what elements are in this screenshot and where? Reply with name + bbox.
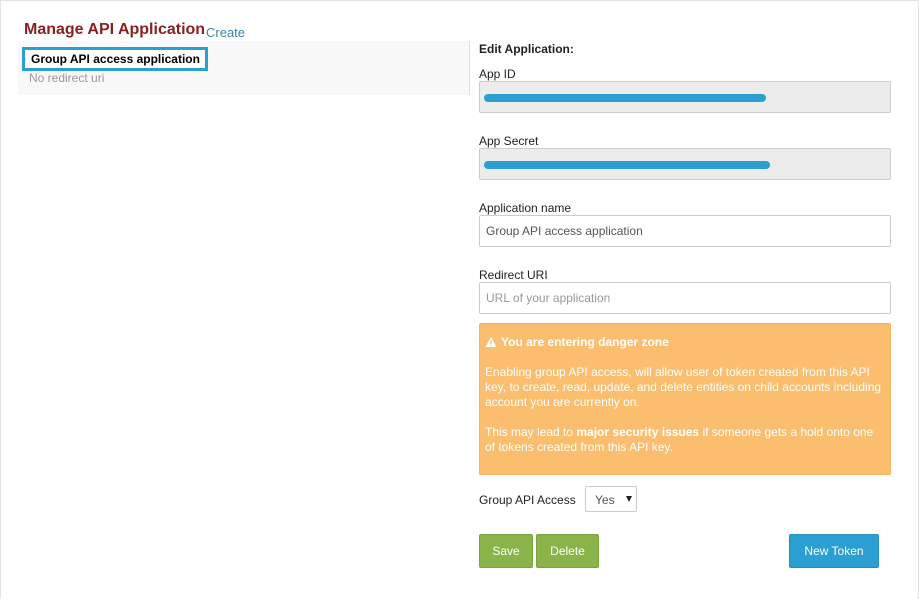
- new-token-button[interactable]: New Token: [789, 534, 879, 568]
- warning-triangle-icon: [485, 336, 497, 347]
- redirect-uri-input[interactable]: [486, 284, 882, 312]
- warning-title-text: You are entering danger zone: [501, 335, 669, 349]
- warning-text-2: This may lead to major security issues i…: [485, 425, 882, 455]
- group-api-access-value: Yes: [595, 493, 615, 507]
- app-name-field: [479, 215, 891, 247]
- app-secret-redaction: [484, 161, 770, 169]
- warning-text-1: Enabling group API access, will allow us…: [485, 365, 882, 409]
- redirect-uri-label: Redirect URI: [479, 268, 548, 282]
- app-secret-label: App Secret: [479, 134, 539, 148]
- create-link[interactable]: Create: [206, 25, 245, 40]
- warning-text-2-bold: major security issues: [576, 425, 700, 439]
- application-list-item-redirect: No redirect uri: [29, 71, 105, 85]
- danger-zone-warning: You are entering danger zone Enabling gr…: [479, 323, 891, 475]
- warning-text-2-prefix: This may lead to: [485, 425, 577, 439]
- app-id-label: App ID: [479, 67, 516, 81]
- delete-button[interactable]: Delete: [536, 534, 599, 568]
- group-api-access-label: Group API Access: [479, 493, 576, 507]
- application-list-item-name[interactable]: Group API access application: [22, 47, 208, 71]
- app-name-label: Application name: [479, 201, 572, 215]
- app-name-input[interactable]: [486, 217, 882, 245]
- warning-title: You are entering danger zone: [485, 335, 669, 349]
- group-api-access-select[interactable]: Yes: [585, 486, 637, 512]
- app-id-field[interactable]: [479, 81, 891, 113]
- app-id-redaction: [484, 94, 766, 102]
- save-button[interactable]: Save: [479, 534, 533, 568]
- application-list: Group API access application No redirect…: [18, 41, 470, 95]
- edit-heading: Edit Application:: [479, 42, 574, 56]
- page-title: Manage API Application: [24, 21, 206, 38]
- redirect-uri-field: [479, 282, 891, 314]
- chevron-down-icon: [626, 496, 632, 502]
- app-secret-field[interactable]: [479, 148, 891, 180]
